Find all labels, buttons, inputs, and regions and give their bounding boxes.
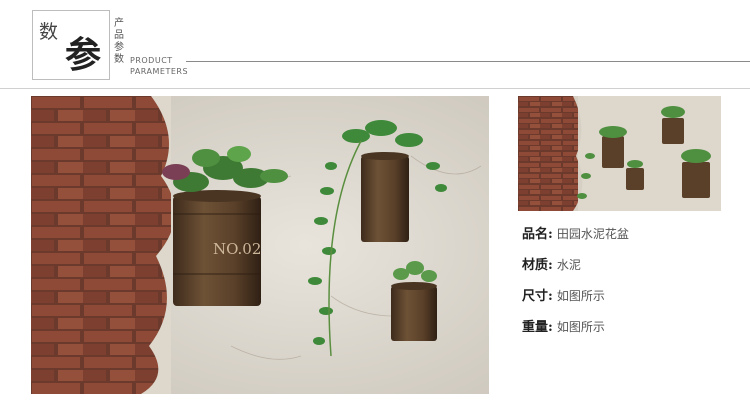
wall-scene-thumbnail [518, 96, 721, 211]
vertical-char: 数 [114, 54, 124, 65]
spec-value: 水泥 [556, 258, 581, 272]
main-product-photo: NO.02 [31, 96, 489, 394]
spec-label: 重量: [522, 320, 553, 335]
wall-scene-image: NO.02 [31, 96, 489, 394]
spec-value: 如图所示 [556, 320, 605, 334]
spec-label: 尺寸: [522, 289, 553, 304]
english-title-line1: PRODUCT [130, 56, 173, 65]
spec-row-name: 品名: 田园水泥花盆 [522, 223, 629, 242]
title-logo-box: 数 参 [32, 10, 110, 80]
spec-row-weight: 重量: 如图所示 [522, 316, 605, 335]
section-divider [0, 88, 750, 89]
spec-value: 如图所示 [556, 289, 605, 303]
logo-char-can: 参 [65, 34, 102, 76]
thumbnail-product-photo [518, 96, 721, 211]
vertical-char: 参 [114, 42, 124, 53]
english-title-line2: PARAMETERS [130, 67, 189, 76]
spec-value: 田园水泥花盆 [556, 227, 629, 241]
spec-label: 品名: [522, 227, 553, 242]
vertical-char: 产 [114, 18, 124, 29]
logo-char-shu: 数 [39, 21, 59, 43]
spec-row-material: 材质: 水泥 [522, 254, 581, 273]
spec-row-size: 尺寸: 如图所示 [522, 285, 605, 304]
title-rule [186, 61, 750, 62]
vertical-char: 品 [114, 30, 124, 41]
pot-label: NO.02 [213, 240, 261, 258]
spec-label: 材质: [522, 258, 553, 273]
vertical-title: 产 品 参 数 [114, 18, 128, 66]
